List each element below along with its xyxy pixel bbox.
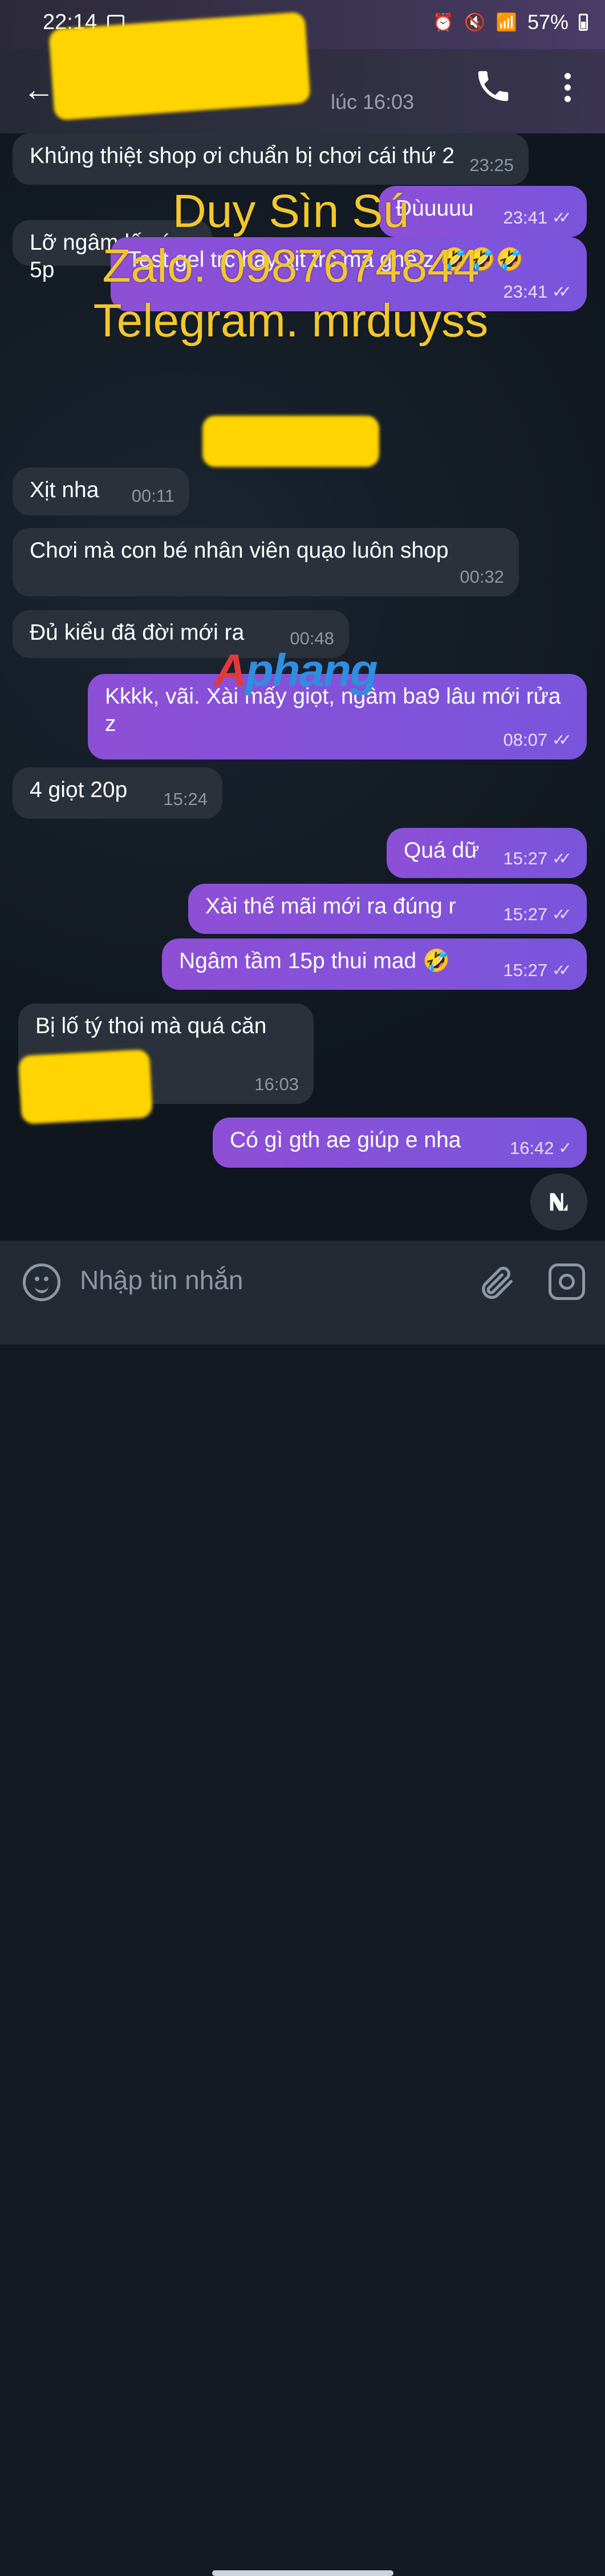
read-ticks-icon: ✓✓ xyxy=(552,283,572,300)
message-bubble[interactable]: Có gì gth ae giúp e nha 16:42 ✓ xyxy=(213,1118,587,1168)
message-text: Xài thế mãi mới ra đúng r xyxy=(205,894,456,919)
message-bubble[interactable]: Xịt nha 00:11 xyxy=(13,468,189,515)
more-menu-icon[interactable] xyxy=(556,70,579,109)
camera-icon[interactable] xyxy=(549,1263,585,1300)
message-bubble[interactable]: Chơi mà con bé nhân viên quạo luôn shop … xyxy=(13,528,519,596)
wifi-icon: 📶 xyxy=(496,13,517,32)
sent-tick-icon: ✓ xyxy=(558,1139,572,1157)
message-input[interactable]: Nhập tin nhắn xyxy=(80,1265,243,1295)
read-ticks-icon: ✓✓ xyxy=(552,731,572,749)
message-bubble[interactable]: Khủng thiệt shop ơi chuẩn bị chơi cái th… xyxy=(13,133,529,185)
battery-percent: 57% xyxy=(527,10,569,34)
message-time: 23:25 xyxy=(469,155,514,175)
message-time: 15:27 xyxy=(503,848,548,868)
message-time: 16:42 xyxy=(509,1138,554,1158)
smile-icon[interactable] xyxy=(23,1263,60,1301)
battery-icon xyxy=(579,14,588,31)
aphang-logo: Aphang xyxy=(214,645,378,696)
message-time: 15:27 xyxy=(503,960,548,980)
message-text: Quá dữ xyxy=(404,838,480,863)
n-logo-icon xyxy=(550,1193,568,1211)
message-bubble[interactable]: Ngâm tầm 15p thui mad 🤣 15:27 ✓✓ xyxy=(162,938,587,990)
watermark-zalo: Zalo. 0987674844 xyxy=(102,240,480,292)
read-ticks-icon: ✓✓ xyxy=(552,905,572,923)
message-text: Có gì gth ae giúp e nha xyxy=(230,1128,461,1152)
read-ticks-icon: ✓✓ xyxy=(552,850,572,867)
message-composer: Nhập tin nhắn xyxy=(0,1241,605,2576)
message-time: 16:03 xyxy=(254,1074,299,1094)
message-time: 15:27 xyxy=(503,904,548,924)
message-text: 4 giọt 20p xyxy=(30,778,128,802)
message-text: Bị lố tý thoi mà quá căn xyxy=(35,1014,267,1038)
phone-icon[interactable] xyxy=(473,66,513,106)
message-time: 23:41 xyxy=(503,208,548,227)
redacted-date-separator xyxy=(202,416,379,467)
message-time: 00:32 xyxy=(460,567,504,587)
message-text: Chơi mà con bé nhân viên quạo luôn shop xyxy=(30,538,449,563)
redacted-attachment xyxy=(18,1049,153,1124)
read-ticks-icon: ✓✓ xyxy=(552,209,572,226)
message-text: Đủ kiểu đã đời mới ra xyxy=(30,620,245,645)
alarm-icon: ⏰ xyxy=(432,13,454,32)
redacted-contact-name xyxy=(48,11,311,121)
message-time: 15:24 xyxy=(163,789,208,809)
read-ticks-icon: ✓✓ xyxy=(552,961,572,979)
message-text: Khủng thiệt shop ơi chuẩn bị chơi cái th… xyxy=(30,144,455,168)
message-time: 00:11 xyxy=(131,486,174,506)
message-text: Xịt nha xyxy=(30,478,99,502)
message-bubble[interactable]: Xài thế mãi mới ra đúng r 15:27 ✓✓ xyxy=(188,884,587,934)
message-bubble[interactable]: 4 giọt 20p 15:24 xyxy=(13,767,222,819)
paperclip-icon[interactable] xyxy=(476,1262,516,1302)
watermark-telegram: Telegram. mrduyss xyxy=(93,295,489,347)
home-indicator[interactable] xyxy=(212,2570,393,2576)
message-time: 08:07 xyxy=(503,730,548,750)
message-text: Ngâm tầm 15p thui mad 🤣 xyxy=(179,949,450,973)
message-bubble[interactable]: Quá dữ 15:27 ✓✓ xyxy=(387,828,587,878)
last-seen-text: lúc 16:03 xyxy=(331,90,415,113)
watermark-name: Duy Sìn Sú xyxy=(172,185,409,237)
mute-icon: 🔇 xyxy=(464,13,486,32)
chat-header: ← lúc 16:03 xyxy=(0,11,605,133)
status-icons: ⏰ 🔇 📶 57% xyxy=(433,10,588,34)
scroll-down-button[interactable] xyxy=(530,1173,587,1230)
